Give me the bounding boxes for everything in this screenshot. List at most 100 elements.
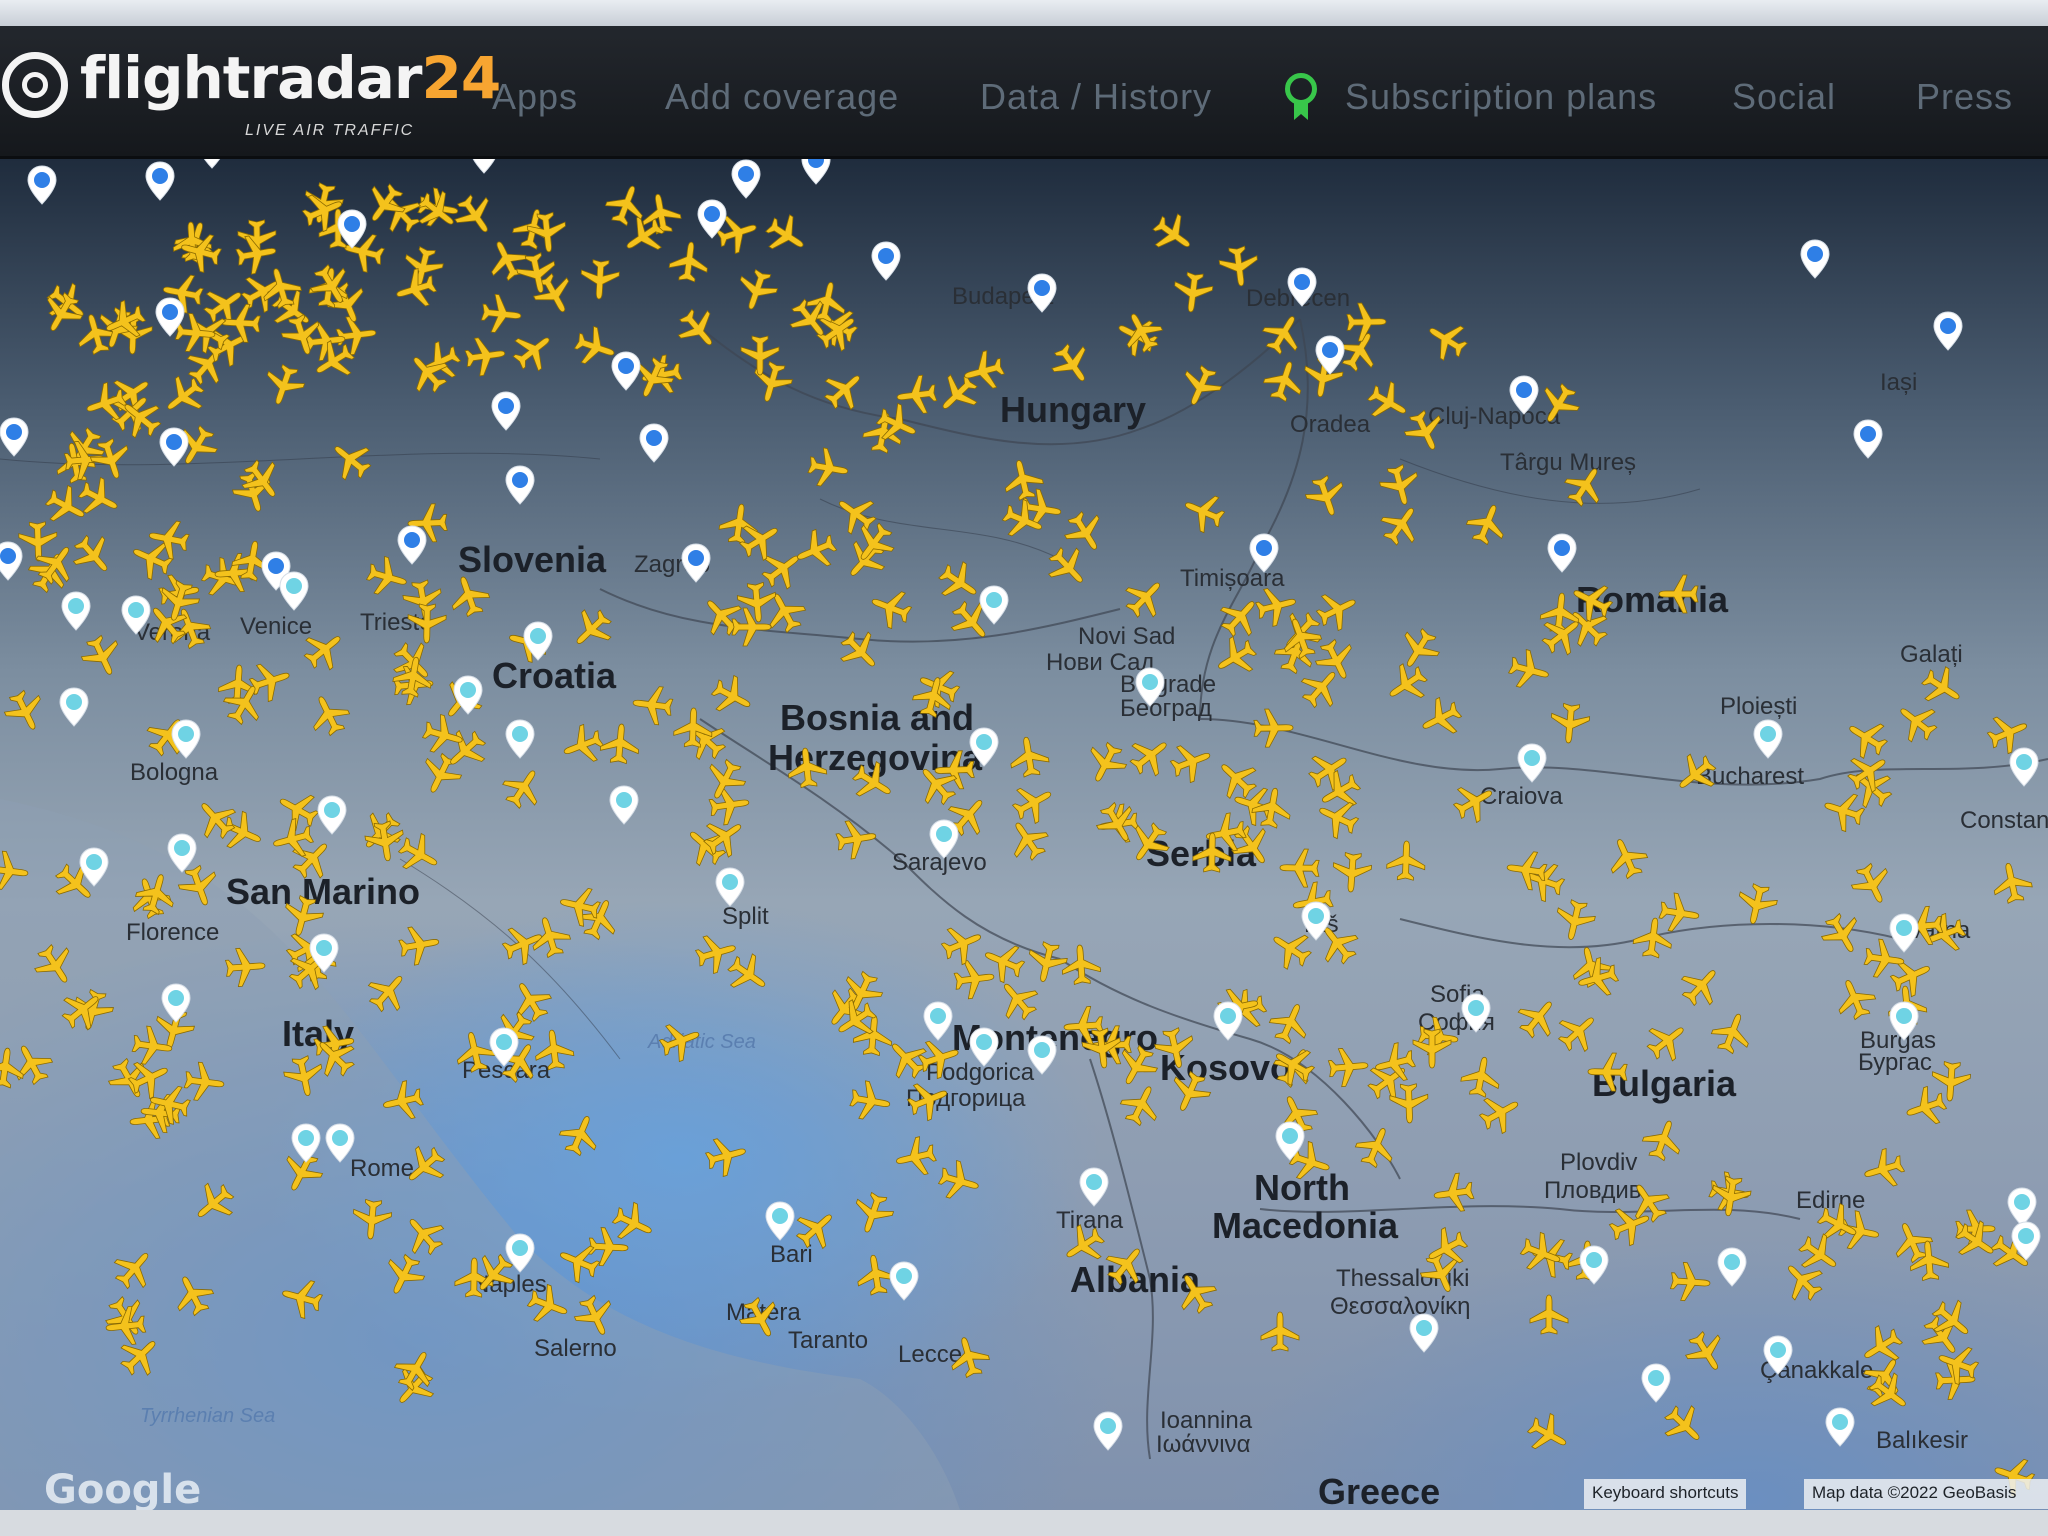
- airport-pin-icon[interactable]: [79, 847, 109, 887]
- airport-pin-icon[interactable]: [2009, 747, 2039, 787]
- aircraft-icon[interactable]: [1324, 1043, 1372, 1091]
- aircraft-icon[interactable]: [1455, 1052, 1507, 1104]
- aircraft-icon[interactable]: [738, 333, 782, 377]
- airport-pin-icon[interactable]: [731, 159, 761, 199]
- aircraft-icon[interactable]: [143, 514, 195, 566]
- nav-item-apps[interactable]: Apps: [492, 76, 578, 118]
- aircraft-icon[interactable]: [1386, 1081, 1432, 1127]
- aircraft-icon[interactable]: [1384, 838, 1430, 884]
- airport-pin-icon[interactable]: [1517, 743, 1547, 783]
- airport-pin-icon[interactable]: [0, 417, 29, 457]
- airport-pin-icon[interactable]: [1135, 667, 1165, 707]
- airport-pin-icon[interactable]: [121, 595, 151, 635]
- airport-pin-icon[interactable]: [0, 541, 23, 581]
- airport-pin-icon[interactable]: [639, 423, 669, 463]
- airport-pin-icon[interactable]: [681, 543, 711, 583]
- airport-pin-icon[interactable]: [1889, 913, 1919, 953]
- airport-pin-icon[interactable]: [505, 1233, 535, 1273]
- airport-pin-icon[interactable]: [1213, 1001, 1243, 1041]
- airport-pin-icon[interactable]: [1275, 1121, 1305, 1161]
- map-data-attribution[interactable]: Map data ©2022 GeoBasis: [1804, 1479, 2048, 1509]
- airport-pin-icon[interactable]: [27, 165, 57, 205]
- aircraft-icon[interactable]: [1168, 267, 1217, 316]
- airport-pin-icon[interactable]: [1641, 1363, 1671, 1403]
- airport-pin-icon[interactable]: [159, 427, 189, 467]
- aircraft-icon[interactable]: [1078, 1024, 1127, 1073]
- aircraft-icon[interactable]: [1214, 241, 1263, 290]
- airport-pin-icon[interactable]: [1509, 375, 1539, 415]
- aircraft-icon[interactable]: [0, 847, 33, 896]
- airport-pin-icon[interactable]: [489, 1027, 519, 1067]
- aircraft-icon[interactable]: [1657, 572, 1701, 616]
- airport-pin-icon[interactable]: [1027, 273, 1057, 313]
- airport-pin-icon[interactable]: [505, 719, 535, 759]
- airport-pin-icon[interactable]: [167, 833, 197, 873]
- aircraft-icon[interactable]: [1905, 1237, 1953, 1285]
- airport-pin-icon[interactable]: [609, 785, 639, 825]
- airport-pin-icon[interactable]: [469, 159, 499, 174]
- aircraft-icon[interactable]: [1410, 1026, 1454, 1070]
- aircraft-icon[interactable]: [1547, 699, 1595, 747]
- aircraft-icon[interactable]: [629, 681, 678, 730]
- airport-pin-icon[interactable]: [523, 621, 553, 661]
- aircraft-icon[interactable]: [348, 1195, 396, 1243]
- airport-pin-icon[interactable]: [1287, 267, 1317, 307]
- airport-pin-icon[interactable]: [279, 571, 309, 611]
- airport-pin-icon[interactable]: [155, 297, 185, 337]
- airport-pin-icon[interactable]: [1753, 719, 1783, 759]
- aircraft-icon[interactable]: [844, 1076, 895, 1127]
- airport-pin-icon[interactable]: [1027, 1035, 1057, 1075]
- aircraft-icon[interactable]: [102, 1301, 150, 1349]
- aircraft-icon[interactable]: [1328, 848, 1375, 895]
- airport-pin-icon[interactable]: [979, 585, 1009, 625]
- airport-pin-icon[interactable]: [1547, 533, 1577, 573]
- airport-pin-icon[interactable]: [59, 687, 89, 727]
- airport-pin-icon[interactable]: [1461, 993, 1491, 1033]
- airport-pin-icon[interactable]: [871, 241, 901, 281]
- aircraft-icon[interactable]: [1429, 1168, 1479, 1218]
- airport-pin-icon[interactable]: [1717, 1247, 1747, 1287]
- nav-item-subscription-plans[interactable]: Subscription plans: [1345, 76, 1657, 118]
- airport-pin-icon[interactable]: [2011, 1221, 2041, 1261]
- airport-pin-icon[interactable]: [1315, 335, 1345, 375]
- aircraft-icon[interactable]: [596, 721, 644, 769]
- aircraft-icon[interactable]: [388, 652, 439, 703]
- aircraft-icon[interactable]: [1251, 705, 1296, 750]
- airport-pin-icon[interactable]: [325, 1123, 355, 1163]
- airport-pin-icon[interactable]: [397, 525, 427, 565]
- aircraft-icon[interactable]: [577, 256, 623, 302]
- aircraft-icon[interactable]: [360, 816, 410, 866]
- aircraft-icon[interactable]: [1666, 1259, 1713, 1306]
- aircraft-icon[interactable]: [1246, 782, 1297, 833]
- aircraft-icon[interactable]: [222, 943, 269, 990]
- airport-pin-icon[interactable]: [801, 159, 831, 185]
- aircraft-icon[interactable]: [831, 814, 881, 864]
- aircraft-icon[interactable]: [1706, 1171, 1756, 1221]
- airport-pin-icon[interactable]: [161, 983, 191, 1023]
- airport-pin-icon[interactable]: [171, 719, 201, 759]
- aircraft-icon[interactable]: [783, 743, 831, 791]
- airport-pin-icon[interactable]: [765, 1201, 795, 1241]
- airport-pin-icon[interactable]: [1249, 533, 1279, 573]
- aircraft-icon[interactable]: [1629, 913, 1678, 962]
- nav-item-add-coverage[interactable]: Add coverage: [665, 76, 899, 118]
- aircraft-icon[interactable]: [1004, 732, 1054, 782]
- airport-pin-icon[interactable]: [309, 933, 339, 973]
- flightradar24-logo[interactable]: flightradar24 LIVE AIR TRAFFIC: [0, 40, 501, 150]
- airport-pin-icon[interactable]: [1763, 1335, 1793, 1375]
- aircraft-icon[interactable]: [803, 442, 854, 493]
- airport-pin-icon[interactable]: [715, 867, 745, 907]
- airport-pin-icon[interactable]: [1933, 311, 1963, 351]
- airport-pin-icon[interactable]: [1889, 1001, 1919, 1041]
- airport-pin-icon[interactable]: [969, 727, 999, 767]
- aircraft-icon[interactable]: [1258, 1310, 1302, 1354]
- airport-pin-icon[interactable]: [317, 795, 347, 835]
- airport-pin-icon[interactable]: [61, 591, 91, 631]
- aircraft-icon[interactable]: [1927, 1058, 1974, 1105]
- aircraft-icon[interactable]: [1277, 846, 1322, 891]
- aircraft-icon[interactable]: [1189, 831, 1234, 876]
- aircraft-icon[interactable]: [1344, 300, 1389, 345]
- airport-pin-icon[interactable]: [197, 159, 227, 169]
- airport-pin-icon[interactable]: [889, 1261, 919, 1301]
- airport-pin-icon[interactable]: [1409, 1313, 1439, 1353]
